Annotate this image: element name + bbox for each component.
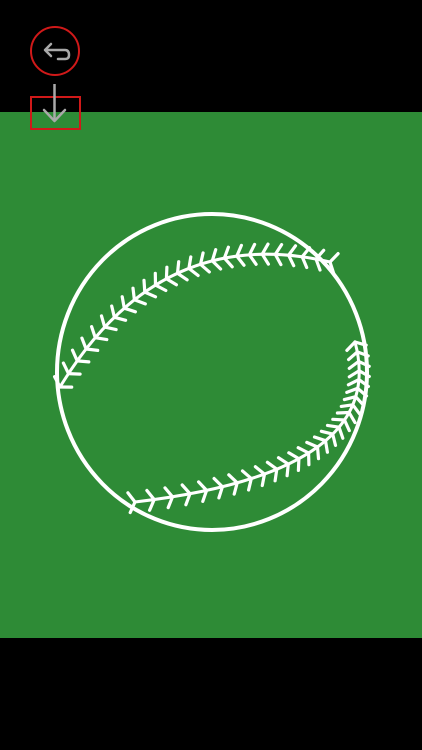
seam-stitch [337,425,345,440]
seam-stitch [287,451,301,461]
seam-stitch [110,304,117,319]
seam-stitch [187,266,200,278]
seam-stitch [265,460,279,471]
seam-stitch [247,253,258,266]
seam-stitch [122,306,137,314]
seam-stitch [287,244,298,257]
seam-stitch [347,410,357,425]
seam-stitch [315,445,321,461]
seam-stitch [143,290,158,299]
seam-stitch [331,432,338,447]
screen [0,0,422,750]
seam-stitch [227,473,239,485]
seam-stitch [240,469,253,481]
seam-stitch [260,472,267,488]
bottom-bar [0,638,422,750]
seam-stitch [126,491,137,504]
seam-stitch [142,278,147,294]
baseball-seams [52,242,371,515]
seam-stitch [276,456,290,466]
seam-stitch [253,465,267,476]
seam-stitch [70,348,79,363]
undo-arrow-icon [43,42,71,61]
seam-stitch [164,265,169,281]
seam-stitch [305,440,320,449]
seam-stitch [331,417,347,422]
seam-stitch [103,325,118,332]
seam-stitch [61,361,71,376]
seam-stitch [163,486,175,499]
seam-stitch [197,480,209,492]
seam-stitch [273,467,279,483]
seam-stitch [198,262,211,274]
seam-stitch [347,359,361,370]
seam-stitch [300,246,312,259]
seam-stitch [80,336,88,351]
seam-stitch [335,410,351,415]
seam-stitch [175,271,189,282]
seam-stitch [180,483,192,496]
seam-stitch [296,457,301,472]
download-button[interactable] [30,84,81,130]
seam-stitch [296,446,311,455]
back-button[interactable] [30,26,80,76]
seam-stitch [84,347,100,352]
seam-stitch [222,256,234,269]
seam-stitch [112,315,128,322]
seam-stitch [328,252,340,264]
seam-stitch [273,243,284,256]
seam-stitch [164,277,178,287]
seam-stitch [323,439,329,454]
seam-stitch [145,488,156,502]
seam-stitch [285,462,290,478]
seam-stitch [319,429,335,436]
seam-stitch [89,325,97,340]
seam-stitch [99,314,107,329]
drawing-canvas[interactable] [0,112,422,638]
seam-stitch [120,295,126,310]
seam-stitch [132,298,147,306]
seam-stitch [342,418,351,433]
seam-stitch [325,423,341,429]
seam-stitch [66,372,82,376]
seam-stitch [210,259,223,271]
download-arrow-icon [42,84,67,123]
baseball-icon [52,212,371,532]
seam-stitch [187,255,193,270]
seam-stitch [153,283,168,293]
seam-stitch [93,336,109,342]
seam-stitch [347,350,359,362]
seam-stitch [131,286,136,302]
seam-stitch [312,435,328,443]
seam-stitch [339,403,355,408]
seam-stitch [235,254,246,267]
seam-stitch [345,340,357,352]
seam-stitch [351,403,362,416]
seam-stitch [175,260,181,275]
seam-stitch [75,359,91,364]
seam-stitch [212,476,224,489]
